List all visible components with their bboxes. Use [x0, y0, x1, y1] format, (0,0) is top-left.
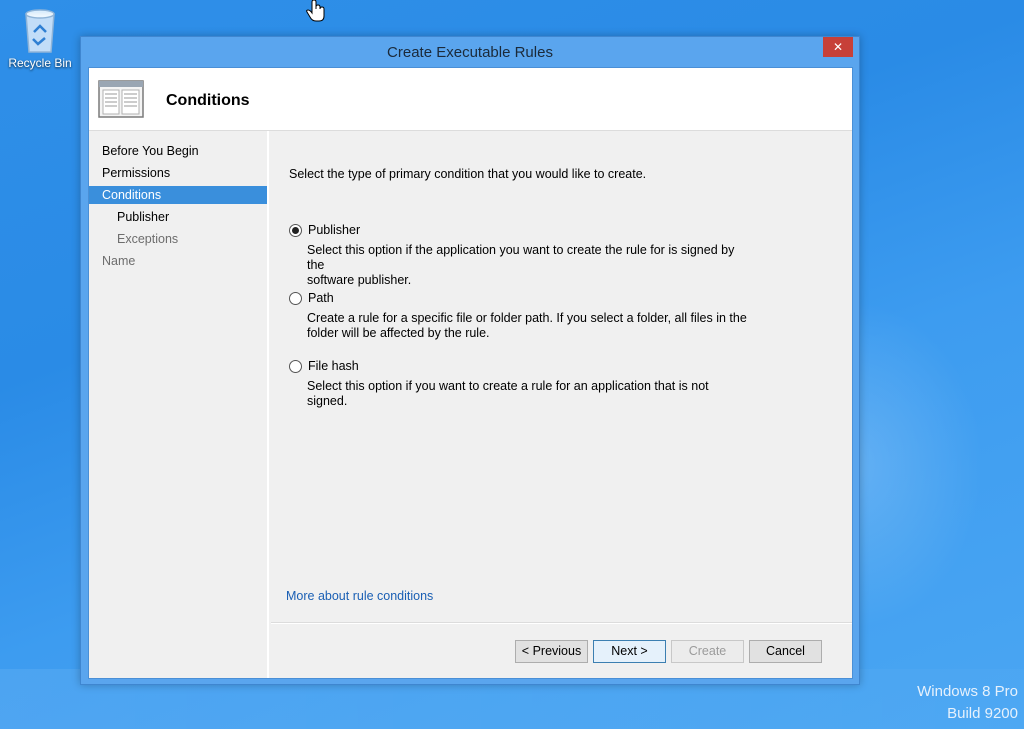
- close-button[interactable]: ✕: [823, 37, 853, 57]
- path-description-line2: folder will be affected by the rule.: [307, 326, 490, 340]
- button-separator-highlight: [271, 623, 852, 624]
- recycle-bin-shortcut[interactable]: Recycle Bin: [4, 6, 76, 76]
- windows-watermark: Windows 8 Pro Build 9200: [917, 681, 1018, 725]
- nav-item-name: Name: [102, 254, 136, 268]
- watermark-edition: Windows 8 Pro: [917, 683, 1018, 700]
- recycle-bin-label: Recycle Bin: [8, 56, 72, 70]
- dialog-client-area: Conditions Before You Begin Permissions …: [88, 67, 853, 679]
- create-button: Create: [671, 640, 744, 663]
- more-about-rule-conditions-link[interactable]: More about rule conditions: [286, 589, 433, 603]
- hand-cursor-icon: [306, 0, 325, 22]
- next-button[interactable]: Next >: [593, 640, 666, 663]
- wizard-nav-pane: Before You Begin Permissions Conditions …: [89, 131, 269, 678]
- nav-item-exceptions: Exceptions: [117, 232, 179, 246]
- path-radio[interactable]: [289, 292, 302, 305]
- close-icon: ✕: [832, 40, 844, 54]
- publisher-label[interactable]: Publisher: [308, 223, 360, 237]
- file-hash-description: Select this option if you want to create…: [307, 379, 747, 409]
- publisher-description-line2: software publisher.: [307, 273, 412, 287]
- previous-button[interactable]: < Previous: [515, 640, 588, 663]
- nav-item-before-you-begin[interactable]: Before You Begin: [89, 142, 267, 160]
- condition-prompt: Select the type of primary condition tha…: [289, 167, 647, 181]
- publisher-radio[interactable]: [289, 224, 302, 237]
- path-description: Create a rule for a specific file or fol…: [307, 311, 747, 341]
- wizard-content: Select the type of primary condition tha…: [271, 131, 852, 678]
- recycle-bin-icon: [25, 9, 55, 53]
- nav-item-permissions[interactable]: Permissions: [89, 164, 267, 182]
- dialog-titlebar[interactable]: Create Executable Rules ✕: [81, 37, 859, 67]
- nav-item-conditions[interactable]: Conditions: [89, 186, 267, 204]
- watermark-build: Build 9200: [947, 705, 1018, 722]
- path-label[interactable]: Path: [308, 291, 334, 305]
- wizard-page-icon: [98, 80, 144, 118]
- create-executable-rules-dialog: Create Executable Rules ✕ Conditions Bef…: [80, 36, 860, 685]
- dialog-title: Create Executable Rules: [387, 44, 553, 61]
- publisher-description-line1: Select this option if the application yo…: [307, 243, 735, 272]
- cancel-button[interactable]: Cancel: [749, 640, 822, 663]
- file-hash-description-line1: Select this option if you want to create…: [307, 379, 709, 408]
- publisher-description: Select this option if the application yo…: [307, 243, 747, 288]
- file-hash-label[interactable]: File hash: [308, 359, 359, 373]
- wizard-header: Conditions: [89, 68, 852, 131]
- path-description-line1: Create a rule for a specific file or fol…: [307, 311, 747, 325]
- nav-item-publisher[interactable]: Publisher: [89, 208, 267, 226]
- file-hash-radio[interactable]: [289, 360, 302, 373]
- page-title: Conditions: [166, 92, 250, 109]
